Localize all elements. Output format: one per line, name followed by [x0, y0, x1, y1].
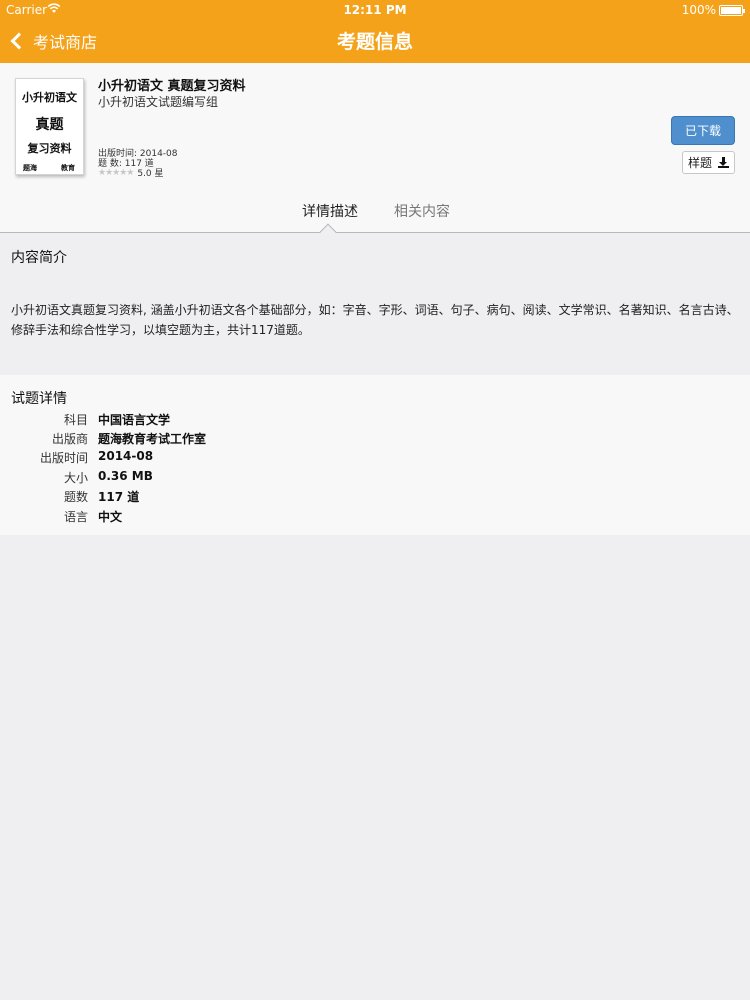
book-header: 小升初语文 真题 复习资料 题海 教育 小升初语文 真题复习资料 小升初语文试题…: [0, 63, 750, 241]
book-cover[interactable]: 小升初语文 真题 复习资料 题海 教育: [15, 78, 84, 175]
clock: 12:11 PM: [343, 3, 407, 17]
tab-detail[interactable]: 详情描述: [302, 201, 358, 221]
cover-line-1: 小升初语文: [22, 91, 77, 104]
detail-value: 中文: [98, 510, 123, 524]
detail-row-size: 大小 0.36 MB: [0, 469, 750, 487]
rating: ★★★★★ 5.0 星: [98, 166, 164, 180]
tab-related[interactable]: 相关内容: [394, 201, 450, 221]
detail-row-publish-date: 出版时间 2014-08: [0, 449, 750, 467]
rating-value: 5.0 星: [137, 169, 164, 179]
detail-value: 2014-08: [98, 449, 154, 463]
sample-button-label: 样题: [687, 156, 712, 170]
detail-label: 出版商: [51, 432, 88, 446]
book-author: 小升初语文试题编写组: [98, 95, 219, 109]
detail-row-language: 语言 中文: [0, 508, 750, 526]
detail-label: 出版时间: [39, 451, 88, 465]
status-bar: Carrier 12:11 PM 100%: [0, 0, 750, 20]
nav-bar: Carrier 12:11 PM 100% 考试商店 考题信息: [0, 0, 750, 63]
page-title: 考题信息: [336, 31, 413, 53]
rating-stars-icon: ★★★★★: [98, 167, 134, 178]
intro-text: 小升初语文真题复习资料, 涵盖小升初语文各个基础部分，如：字音、字形、词语、句子…: [11, 303, 739, 337]
detail-value: 题海教育考试工作室: [98, 432, 207, 446]
battery-icon: [719, 5, 745, 16]
detail-row-question-count: 题数 117 道: [0, 488, 750, 506]
battery-percent: 100%: [681, 3, 716, 17]
detail-row-publisher: 出版商 题海教育考试工作室: [0, 430, 750, 448]
detail-row-subject: 科目 中国语言文学: [0, 411, 750, 429]
detail-label: 题数: [63, 490, 88, 504]
active-tab-indicator: [319, 223, 337, 241]
detail-label: 语言: [63, 510, 88, 524]
download-icon: [718, 157, 729, 168]
cover-footer-right: 教育: [61, 164, 75, 172]
downloaded-button[interactable]: 已下载: [671, 116, 735, 145]
cover-line-2: 真题: [35, 117, 64, 133]
details-heading: 试题详情: [11, 391, 67, 407]
details-section: 试题详情 科目 中国语言文学 出版商 题海教育考试工作室 出版时间 2014-0…: [0, 375, 750, 535]
cover-footer-left: 题海: [23, 164, 37, 172]
detail-label: 科目: [63, 413, 88, 427]
detail-value: 中国语言文学: [98, 413, 171, 427]
book-title: 小升初语文 真题复习资料: [98, 79, 246, 94]
intro-heading: 内容简介: [11, 250, 67, 266]
detail-value: 0.36 MB: [98, 469, 153, 483]
detail-value: 117 道: [98, 490, 140, 504]
sample-button[interactable]: 样题: [682, 151, 735, 174]
detail-label: 大小: [63, 471, 88, 485]
cover-line-3: 复习资料: [27, 142, 72, 155]
